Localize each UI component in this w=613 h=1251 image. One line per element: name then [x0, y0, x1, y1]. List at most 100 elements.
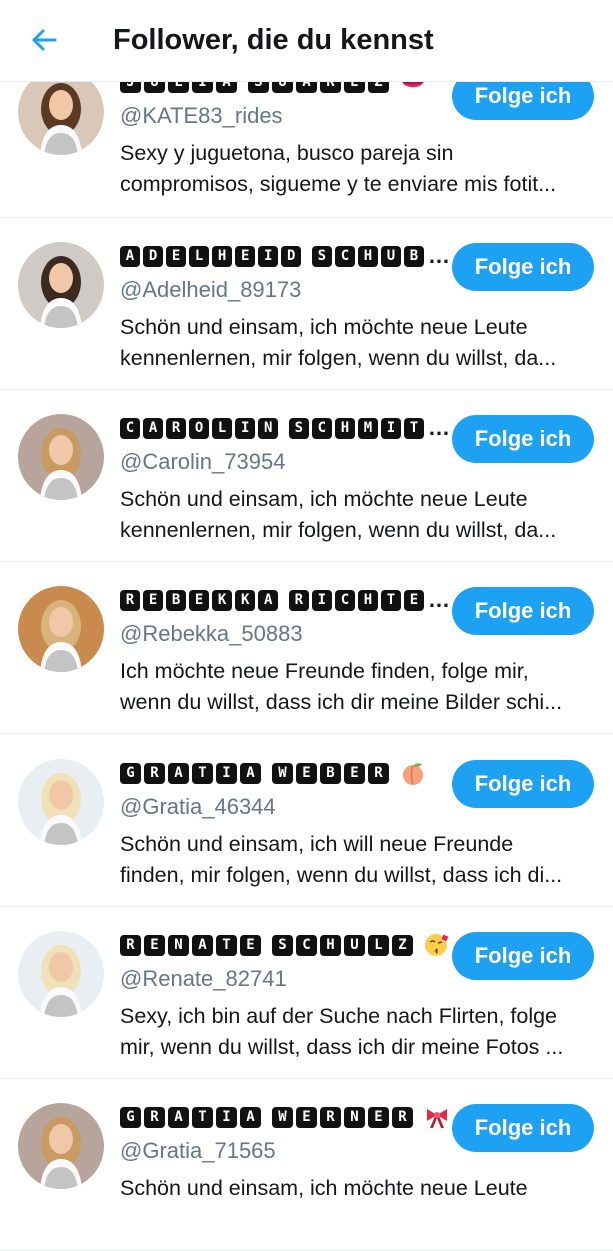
name-letter: H [357, 589, 378, 611]
user-bio: Schön und einsam, ich möchte neue Leute k… [120, 312, 590, 374]
name-letter: H [357, 245, 378, 267]
name-letter: C [334, 245, 355, 267]
name-letter: K [235, 589, 256, 611]
name-letter: H [212, 245, 233, 267]
name-letter: D [281, 245, 302, 267]
name-letter: R [120, 589, 141, 611]
user-handle: @Gratia_46344 [120, 794, 276, 819]
name-letter: A [168, 1106, 189, 1128]
name-letter: T [380, 589, 401, 611]
follow-button[interactable]: Folge ich [452, 932, 594, 980]
name-letter: E [240, 934, 261, 956]
user-handle: @Renate_82741 [120, 966, 287, 991]
bio-line-2: wenn du willst, dass ich dir meine Bilde… [120, 690, 563, 714]
user-row[interactable]: R E B E K K A R I C H T E… @Rebekka_50883 Ich möchte n… [0, 562, 613, 734]
peach-icon [400, 760, 426, 786]
name-letter: E [344, 762, 365, 784]
user-row[interactable]: C A R O L I N S C H M I T… @Carolin_73954 Schön und ei… [0, 390, 613, 562]
name-letter: E [296, 1106, 317, 1128]
name-letter: B [166, 589, 187, 611]
name-letter: H [334, 417, 355, 439]
bio-line-1: Schön und einsam, ich möchte neue Leute [120, 315, 528, 339]
bio-line-1: Schön und einsam, ich möchte neue Leute [120, 487, 528, 511]
name-letter: R [288, 589, 309, 611]
user-bio: Ich möchte neue Freunde finden, folge mi… [120, 656, 590, 718]
name-letter: A [240, 1106, 261, 1128]
name-letter: D [143, 245, 164, 267]
name-letter: H [320, 934, 341, 956]
user-bio: Schön und einsam, ich möchte neue Leute k… [120, 484, 590, 546]
follow-button[interactable]: Folge ich [452, 415, 594, 463]
bio-line-2: compromisos, sigueme y te enviare mis fo… [120, 172, 557, 196]
name-letter: A [143, 417, 164, 439]
name-letter: B [404, 245, 425, 267]
ellipsis: … [428, 415, 450, 440]
name-letter: C [334, 589, 355, 611]
name-letter: Z [392, 934, 413, 956]
user-row[interactable]: G R A T I A W E B E R @Gratia_46344 Schön und einsam… [0, 735, 613, 907]
name-letter: A [192, 934, 213, 956]
name-letter: N [258, 417, 279, 439]
user-row[interactable]: A D E L H E I D S C H U B… @Adelheid_89173 Schön und e… [0, 218, 613, 390]
name-letter: B [320, 762, 341, 784]
name-letter: O [189, 417, 210, 439]
avatar[interactable] [18, 414, 104, 500]
user-handle: @Adelheid_89173 [120, 277, 302, 302]
name-letter: A [258, 589, 279, 611]
name-letter: E [189, 589, 210, 611]
name-letter: E [404, 589, 425, 611]
name-letter: I [216, 762, 237, 784]
name-letter: N [168, 934, 189, 956]
user-handle: @Gratia_71565 [120, 1138, 276, 1163]
name-letter: A [240, 762, 261, 784]
name-letter: R [166, 417, 187, 439]
ellipsis: … [428, 587, 450, 612]
name-letter: C [296, 934, 317, 956]
name-letter: I [311, 589, 332, 611]
bio-line-1: Sexy y juguetona, busco pareja sin [120, 141, 454, 165]
bow-icon [424, 1104, 450, 1130]
name-letter: E [296, 762, 317, 784]
name-letter: M [357, 417, 378, 439]
display-name: RENATESCHULZ [120, 931, 450, 959]
avatar[interactable] [18, 1103, 104, 1189]
follow-button[interactable]: Folge ich [452, 760, 594, 808]
name-letter: E [143, 589, 164, 611]
ellipsis: … [428, 243, 450, 268]
user-row[interactable]: G R A T I A W E R N E R @Gratia_71565 Schön und einsa… [0, 1079, 613, 1251]
user-handle: @KATE83_rides [120, 103, 283, 128]
name-letter: I [258, 245, 279, 267]
bio-line-1: Sexy, ich bin auf der Suche nach Flirten… [120, 1004, 558, 1028]
user-handle: @Carolin_73954 [120, 449, 286, 474]
back-button[interactable] [26, 22, 62, 58]
avatar[interactable] [18, 586, 104, 672]
name-letter: R [392, 1106, 413, 1128]
name-letter: T [192, 1106, 213, 1128]
bio-line-1: Schön und einsam, ich will neue Freunde [120, 832, 514, 856]
name-letter: C [120, 417, 141, 439]
display-name: GRATIAWERNER [120, 1103, 450, 1131]
name-letter: U [344, 934, 365, 956]
name-letter: U [380, 245, 401, 267]
follow-button[interactable]: Folge ich [452, 587, 594, 635]
avatar[interactable] [18, 931, 104, 1017]
name-letter: G [120, 1106, 141, 1128]
follow-button[interactable]: Folge ich [452, 243, 594, 291]
name-letter: I [380, 417, 401, 439]
name-letter: W [272, 762, 293, 784]
user-row[interactable]: R E N A T E S C H U L Z @Renate_82741 Sexy, ich bin a… [0, 907, 613, 1079]
name-letter: I [216, 1106, 237, 1128]
avatar[interactable] [18, 242, 104, 328]
name-letter: L [212, 417, 233, 439]
bio-line-2: finden, mir folgen, wenn du willst, dass… [120, 863, 563, 887]
bio-line-2: mir, wenn du willst, dass ich dir meine … [120, 1035, 564, 1059]
name-letter: A [168, 762, 189, 784]
follow-button[interactable]: Folge ich [452, 1104, 594, 1152]
arrow-left-icon [32, 29, 57, 51]
user-bio: Schön und einsam, ich will neue Freunde f… [120, 829, 590, 891]
avatar[interactable] [18, 759, 104, 845]
top-bar: Follower, die du kennst [0, 0, 613, 82]
name-letter: E [144, 934, 165, 956]
name-letter: L [189, 245, 210, 267]
page-title: Follower, die du kennst [113, 24, 434, 56]
